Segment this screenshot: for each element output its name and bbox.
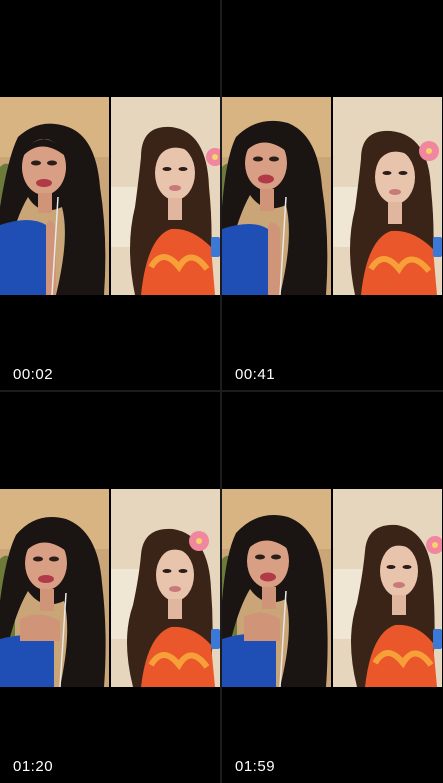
video-frame — [222, 97, 443, 295]
video-frame — [0, 489, 220, 687]
recording-timestamp: 01:20 — [13, 758, 54, 775]
recording-thumbnail[interactable]: 00:41 — [222, 0, 443, 390]
recording-thumbnail[interactable]: 00:02 — [0, 0, 220, 390]
grid-divider-horizontal — [0, 390, 443, 392]
participant-right-video — [111, 489, 220, 687]
video-frame — [222, 489, 443, 687]
recording-timestamp: 00:02 — [13, 366, 54, 383]
participant-left-video — [0, 489, 109, 687]
recording-thumbnail[interactable]: 01:20 — [0, 392, 220, 783]
participant-right-video — [111, 97, 220, 295]
participant-right-video — [333, 489, 442, 687]
recording-timestamp: 01:59 — [235, 758, 276, 775]
recording-thumbnail[interactable]: 01:59 — [222, 392, 443, 783]
participant-left-video — [222, 489, 331, 687]
participant-left-video — [0, 97, 109, 295]
recordings-grid: 00:02 00:41 01:20 01:59 — [0, 0, 443, 783]
video-frame — [0, 97, 220, 295]
recording-timestamp: 00:41 — [235, 366, 276, 383]
participant-right-video — [333, 97, 442, 295]
participant-left-video — [222, 97, 331, 295]
